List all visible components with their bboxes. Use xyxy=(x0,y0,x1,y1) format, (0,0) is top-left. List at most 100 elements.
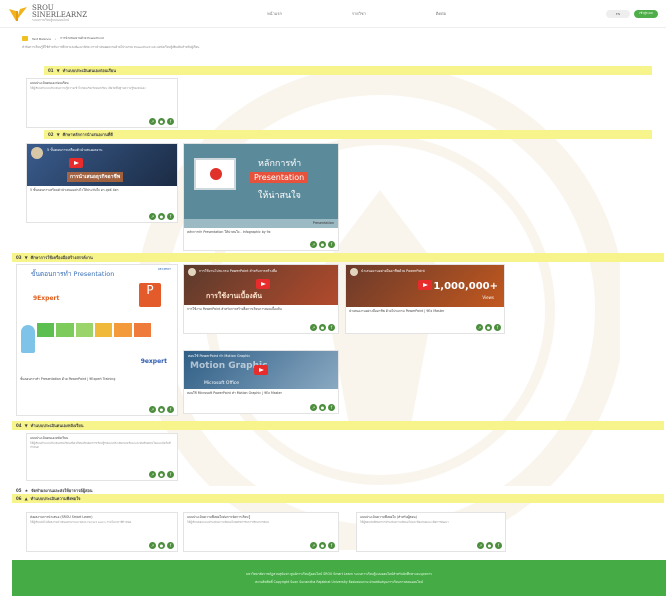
section-header-06[interactable]: 06 ▲ ทำแบบประเมินความพึงพอใจ xyxy=(12,494,664,503)
language-button[interactable]: EN xyxy=(606,9,630,18)
share-icon[interactable]: ↗ xyxy=(149,118,156,125)
play-icon[interactable] xyxy=(256,279,270,289)
facebook-icon[interactable]: f xyxy=(328,324,335,331)
video-card-5-steps[interactable]: 5 ขั้นตอนการเตรียมตัวนำเสนอผลงาน การนำเส… xyxy=(26,143,178,223)
facebook-icon[interactable]: f xyxy=(494,324,501,331)
nav-item-courses[interactable]: รายวิชา xyxy=(352,10,366,17)
play-icon[interactable] xyxy=(418,280,432,290)
breadcrumb-home[interactable]: Text Balance xyxy=(32,37,51,41)
video-title-overlay: การใช้งานโปรแกรม PowerPoint สำหรับการสร้… xyxy=(199,269,278,273)
section-title: ศึกษาหลักการนำเสนองานที่ดี xyxy=(62,132,113,137)
facebook-icon[interactable]: f xyxy=(328,404,335,411)
card-title: หลักการทำ Presentation ให้น่าสนใจ - Info… xyxy=(187,230,271,234)
video-thumbnail[interactable]: การใช้งานโปรแกรม PowerPoint สำหรับการสร้… xyxy=(184,265,338,305)
infographic-card-9expert[interactable]: ขั้นตอนการทำ Presentation 9EXPERT 9Exper… xyxy=(16,264,178,416)
activity-card-teacher-eval[interactable]: แบบประเมินความพึงพอใจ (สำหรับผู้สอน) ให้… xyxy=(356,512,506,552)
facebook-icon[interactable]: f xyxy=(167,213,174,220)
section-title: ทำแบบประเมินตนเองก่อนเรียน xyxy=(62,68,116,73)
video-title-overlay: นำเสนองานอย่างมืออาชีพด้วย PowerPoint xyxy=(361,269,425,273)
section-title: ศึกษาการใช้เครื่องมือสร้างสรรค์งาน xyxy=(30,255,93,260)
share-icon[interactable]: ↗ xyxy=(149,213,156,220)
facebook-icon[interactable]: f xyxy=(167,542,174,549)
chevron-right-icon: › xyxy=(55,36,57,41)
section-title: จัดทำผลงานและส่งให้อาจารย์ผู้สอน xyxy=(31,487,93,493)
share-icon[interactable]: ↗ xyxy=(149,406,156,413)
share-icon[interactable]: ↗ xyxy=(477,542,484,549)
video-title-overlay: 5 ขั้นตอนการเตรียมตัวนำเสนอผลงาน xyxy=(47,148,103,152)
infographic-card-presentation[interactable]: หลักการทำ Presentation ให้น่าสนใจ Presen… xyxy=(183,143,339,251)
view-icon[interactable]: ● xyxy=(158,471,165,478)
nav-item-contact[interactable]: ติดต่อ xyxy=(436,10,446,17)
share-icon[interactable]: ↗ xyxy=(149,542,156,549)
section-number: 05 xyxy=(16,487,22,493)
video-card-pro-presentation[interactable]: นำเสนองานอย่างมืออาชีพด้วย PowerPoint 1,… xyxy=(345,264,505,334)
facebook-icon[interactable]: f xyxy=(167,471,174,478)
section-header-04[interactable]: 04 ▼ ทำแบบประเมินตนเองหลังเรียน xyxy=(12,421,664,430)
play-icon[interactable] xyxy=(69,158,83,168)
section-number: 02 xyxy=(48,132,54,137)
activity-card-posttest[interactable]: แบบประเมินตนเองหลังเรียน ให้ผู้เรียนทำแบ… xyxy=(26,433,178,481)
person-illustration xyxy=(21,325,35,353)
share-icon[interactable]: ↗ xyxy=(310,241,317,248)
login-button[interactable]: เข้าสู่ระบบ xyxy=(634,9,658,18)
logo-text-line3: ระบบการเรียนรู้แบบออนไลน์ xyxy=(32,18,69,22)
site-logo[interactable]: SROU SINERLEARNZ ระบบการเรียนรู้แบบออนไล… xyxy=(8,5,87,23)
whiteboard-icon xyxy=(194,158,236,190)
video-banner-text: Microsoft Office xyxy=(204,381,240,386)
view-icon[interactable]: ● xyxy=(319,241,326,248)
share-icon[interactable]: ↗ xyxy=(310,542,317,549)
avatar xyxy=(31,147,43,159)
site-header: SROU SINERLEARNZ ระบบการเรียนรู้แบบออนไล… xyxy=(0,0,666,28)
slide-heading: หลักการทำ xyxy=(258,159,302,169)
card-title: ขั้นตอนการทำ Presentation ด้วย PowerPoin… xyxy=(20,377,116,381)
video-banner-text: การใช้งานเบื้องต้น xyxy=(206,292,263,300)
share-icon[interactable]: ↗ xyxy=(310,324,317,331)
star-icon: ★ xyxy=(24,487,29,493)
card-desc: ให้ผู้เรียนทำแบบประเมินความรู้ความเข้าใจ… xyxy=(30,86,146,91)
slide-subheading: ให้น่าสนใจ xyxy=(258,191,301,201)
share-icon[interactable]: ↗ xyxy=(310,404,317,411)
infographic-thumbnail[interactable]: หลักการทำ Presentation ให้น่าสนใจ Presen… xyxy=(184,144,338,228)
breadcrumb-current: การนำเสนองานด้วย PowerPoint xyxy=(60,36,104,40)
facebook-icon[interactable]: f xyxy=(167,406,174,413)
activity-card-submit[interactable]: ส่งผลงานการนำเสนอ (SROU Smart Learn) ให้… xyxy=(26,512,178,552)
view-icon[interactable]: ● xyxy=(319,542,326,549)
view-icon[interactable]: ● xyxy=(158,406,165,413)
facebook-icon[interactable]: f xyxy=(495,542,502,549)
logo-icon xyxy=(8,5,28,23)
course-description: หัวข้อการเรียนรู้ที่ใช้สำหรับการศึกษาและ… xyxy=(22,45,200,49)
card-title: 5 ขั้นตอนการเตรียมตัวนำเสนออย่างไรให้ประ… xyxy=(30,188,119,192)
view-icon[interactable]: ● xyxy=(158,213,165,220)
video-thumbnail[interactable]: นำเสนองานอย่างมืออาชีพด้วย PowerPoint 1,… xyxy=(346,265,504,307)
view-icon[interactable]: ● xyxy=(158,118,165,125)
nav-item-home[interactable]: หน้าแรก xyxy=(267,10,282,17)
video-thumbnail[interactable]: สอนใช้ PowerPoint ทำ Motion Graphic Moti… xyxy=(184,351,338,389)
view-icon[interactable]: ● xyxy=(158,542,165,549)
view-icon[interactable]: ● xyxy=(485,324,492,331)
view-icon[interactable]: ● xyxy=(319,404,326,411)
section-header-05[interactable]: 05 ★ จัดทำผลงานและส่งให้อาจารย์ผู้สอน xyxy=(12,486,664,494)
section-header-03[interactable]: 03 ▼ ศึกษาการใช้เครื่องมือสร้างสรรค์งาน xyxy=(12,253,664,262)
facebook-icon[interactable]: f xyxy=(328,241,335,248)
brand-label: 9EXPERT xyxy=(157,267,171,271)
slide-highlight: Presentation xyxy=(250,172,309,183)
video-card-powerpoint-basics[interactable]: การใช้งานโปรแกรม PowerPoint สำหรับการสร้… xyxy=(183,264,339,334)
video-card-motion-graphic[interactable]: สอนใช้ PowerPoint ทำ Motion Graphic Moti… xyxy=(183,350,339,414)
infographic-title: ขั้นตอนการทำ Presentation xyxy=(31,270,115,278)
section-number: 06 xyxy=(16,496,22,501)
section-header-02[interactable]: 02 ▼ ศึกษาหลักการนำเสนองานที่ดี xyxy=(44,130,652,139)
activity-card-satisfaction[interactable]: แบบประเมินความพึงพอใจต่อการจัดการเรียนรู… xyxy=(183,512,339,552)
share-icon[interactable]: ↗ xyxy=(476,324,483,331)
views-label: Views xyxy=(482,295,494,300)
play-icon[interactable] xyxy=(254,365,268,375)
video-thumbnail[interactable]: 5 ขั้นตอนการเตรียมตัวนำเสนอผลงาน การนำเส… xyxy=(27,144,177,186)
section-title: ทำแบบประเมินตนเองหลังเรียน xyxy=(30,423,84,428)
view-icon[interactable]: ● xyxy=(319,324,326,331)
share-icon[interactable]: ↗ xyxy=(149,471,156,478)
activity-card-pretest[interactable]: แบบประเมินตนเองก่อนเรียน ให้ผู้เรียนทำแบ… xyxy=(26,78,178,128)
infographic-thumbnail[interactable]: ขั้นตอนการทำ Presentation 9EXPERT 9Exper… xyxy=(17,265,177,375)
view-icon[interactable]: ● xyxy=(486,542,493,549)
section-header-01[interactable]: 01 ▼ ทำแบบประเมินตนเองก่อนเรียน xyxy=(44,66,652,75)
facebook-icon[interactable]: f xyxy=(167,118,174,125)
facebook-icon[interactable]: f xyxy=(328,542,335,549)
